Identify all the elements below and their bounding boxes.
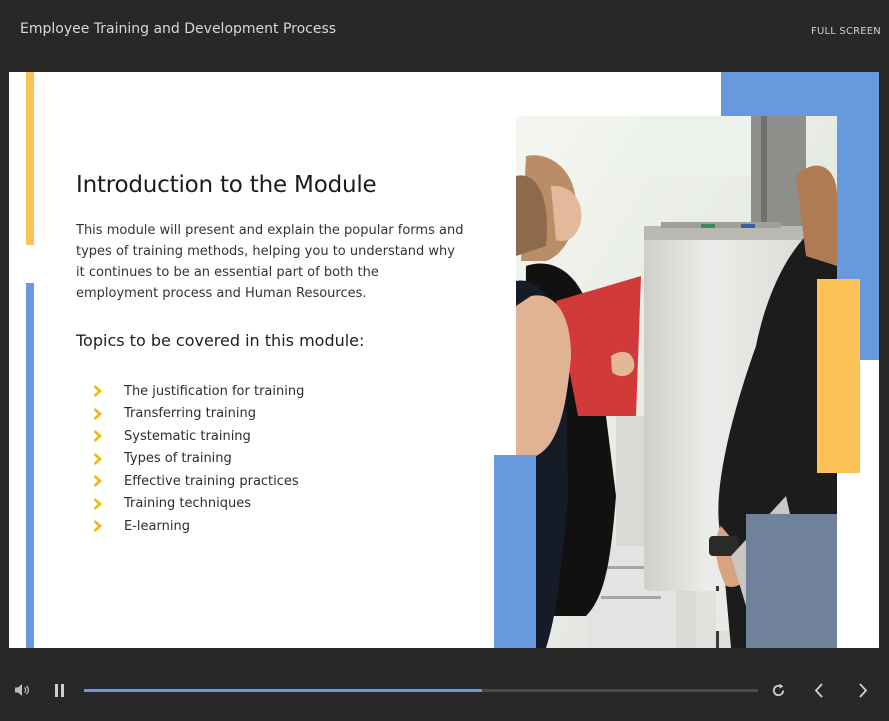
intro-line: employment process and Human Resources. — [76, 286, 367, 301]
progress-fill — [84, 689, 482, 692]
chevron-right-icon — [93, 475, 124, 488]
fullscreen-button[interactable]: FULL SCREEN — [811, 26, 881, 37]
previous-icon[interactable] — [814, 683, 824, 703]
accent-bar-blue — [26, 283, 34, 648]
topic-label: Types of training — [124, 451, 232, 467]
list-item: Types of training — [93, 448, 304, 471]
intro-line: This module will present and explain the… — [76, 223, 464, 238]
topics-list: The justification for training Transferr… — [93, 380, 304, 538]
topic-label: Transferring training — [124, 406, 256, 422]
intro-line: types of training methods, helping you t… — [76, 244, 455, 259]
chevron-right-icon — [93, 430, 124, 443]
topic-label: E-learning — [124, 518, 190, 534]
list-item: Training techniques — [93, 493, 304, 516]
list-item: The justification for training — [93, 380, 304, 403]
replay-icon[interactable] — [771, 683, 786, 703]
chevron-right-icon — [93, 497, 124, 510]
pause-icon[interactable] — [55, 684, 65, 702]
topic-label: Effective training practices — [124, 473, 299, 489]
chevron-right-icon — [93, 407, 124, 420]
topic-label: Systematic training — [124, 428, 251, 444]
chevron-right-icon — [93, 520, 124, 533]
next-icon[interactable] — [858, 683, 868, 703]
accent-bar-yellow — [26, 72, 34, 245]
decor-block-yellow — [817, 279, 860, 473]
volume-icon[interactable] — [14, 683, 32, 702]
slide-heading: Introduction to the Module — [76, 172, 377, 198]
decor-block-blue-bottom — [494, 455, 536, 648]
list-item: Systematic training — [93, 425, 304, 448]
chevron-right-icon — [93, 385, 124, 398]
slide-canvas: Introduction to the Module This module w… — [9, 72, 879, 648]
chevron-right-icon — [93, 452, 124, 465]
progress-track[interactable] — [84, 689, 758, 692]
intro-line: it continues to be an essential part of … — [76, 265, 379, 280]
course-title: Employee Training and Development Proces… — [20, 21, 337, 37]
list-item: E-learning — [93, 515, 304, 538]
topics-heading: Topics to be covered in this module: — [76, 331, 365, 350]
list-item: Transferring training — [93, 403, 304, 426]
intro-paragraph: This module will present and explain the… — [76, 220, 476, 304]
meeting-photo — [516, 116, 837, 648]
topic-label: The justification for training — [124, 383, 305, 399]
topic-label: Training techniques — [124, 496, 252, 512]
list-item: Effective training practices — [93, 470, 304, 493]
